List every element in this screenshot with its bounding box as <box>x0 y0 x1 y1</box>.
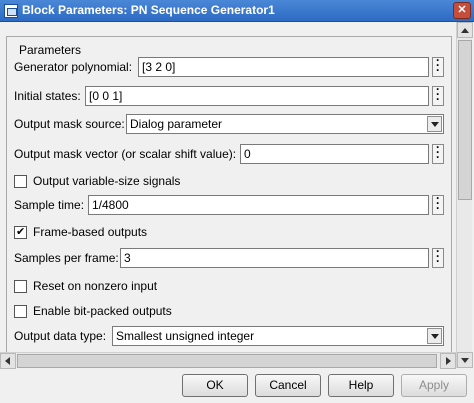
window-title: Block Parameters: PN Sequence Generator1 <box>22 3 275 17</box>
close-icon[interactable]: ✕ <box>453 2 471 19</box>
frame-based-outputs-checkbox[interactable] <box>14 225 27 239</box>
vertical-scroll-thumb[interactable] <box>458 40 472 200</box>
parameters-legend: Parameters <box>15 43 86 57</box>
chevron-down-icon[interactable] <box>427 116 442 132</box>
output-mask-source-label: Output mask source: <box>14 117 125 131</box>
output-mask-vector-label: Output mask vector (or scalar shift valu… <box>14 147 237 161</box>
cancel-button[interactable]: Cancel <box>255 374 321 397</box>
output-variable-size-checkbox[interactable] <box>14 175 27 188</box>
ok-button[interactable]: OK <box>182 374 248 397</box>
vertical-ellipsis-icon[interactable]: · · · <box>432 54 444 77</box>
generator-polynomial-label: Generator polynomial: <box>14 60 133 74</box>
samples-per-frame-label: Samples per frame: <box>14 251 119 265</box>
reset-on-nonzero-label: Reset on nonzero input <box>33 279 158 293</box>
enable-bit-packed-checkbox[interactable] <box>14 305 27 318</box>
output-mask-vector-input[interactable]: 0 <box>240 144 429 164</box>
output-mask-vector-row: Output mask vector (or scalar shift valu… <box>14 141 444 164</box>
vertical-ellipsis-icon[interactable]: · · · <box>432 141 444 164</box>
output-mask-source-select[interactable]: Dialog parameter <box>126 114 444 134</box>
samples-per-frame-input[interactable]: 3 <box>120 248 429 268</box>
initial-states-input[interactable]: [0 0 1] <box>85 86 429 106</box>
sample-time-input[interactable]: 1/4800 <box>88 195 429 215</box>
initial-states-row: Initial states: [0 0 1] · · · <box>14 83 444 106</box>
horizontal-scroll-thumb[interactable] <box>17 354 437 368</box>
help-button[interactable]: Help <box>328 374 394 397</box>
scroll-down-icon[interactable] <box>457 352 473 368</box>
reset-on-nonzero-row[interactable]: Reset on nonzero input <box>14 279 314 295</box>
scroll-left-icon[interactable] <box>0 353 16 369</box>
title-bar[interactable]: Block Parameters: PN Sequence Generator1… <box>0 0 474 22</box>
output-data-type-select[interactable]: Smallest unsigned integer <box>112 326 444 346</box>
output-data-type-value: Smallest unsigned integer <box>116 329 255 343</box>
block-parameters-icon <box>4 4 18 18</box>
output-variable-size-label: Output variable-size signals <box>33 174 181 188</box>
scroll-up-icon[interactable] <box>457 22 473 38</box>
vertical-ellipsis-icon[interactable]: · · · <box>432 192 444 215</box>
vertical-ellipsis-icon[interactable]: · · · <box>432 245 444 268</box>
vertical-scrollbar[interactable] <box>456 22 473 368</box>
initial-states-label: Initial states: <box>14 89 81 103</box>
horizontal-scrollbar[interactable] <box>0 352 456 369</box>
output-data-type-label: Output data type: <box>14 329 107 343</box>
samples-per-frame-row: Samples per frame: 3 · · · <box>14 245 444 268</box>
chevron-down-icon[interactable] <box>427 328 442 344</box>
frame-based-outputs-label: Frame-based outputs <box>33 225 148 239</box>
generator-polynomial-input[interactable]: [3 2 0] <box>138 57 429 77</box>
sample-time-label: Sample time: <box>14 198 85 212</box>
parameters-scroll-area: Parameters Generator polynomial: [3 2 0]… <box>0 22 474 368</box>
output-mask-source-value: Dialog parameter <box>130 117 223 131</box>
apply-button[interactable]: Apply <box>401 374 467 397</box>
scroll-right-icon[interactable] <box>440 353 456 369</box>
frame-based-outputs-row[interactable]: Frame-based outputs <box>14 225 314 241</box>
sample-time-row: Sample time: 1/4800 · · · <box>14 192 444 215</box>
enable-bit-packed-label: Enable bit-packed outputs <box>33 304 172 318</box>
dialog-button-bar: OK Cancel Help Apply <box>0 368 474 403</box>
output-variable-size-row[interactable]: Output variable-size signals <box>14 174 314 190</box>
enable-bit-packed-row[interactable]: Enable bit-packed outputs <box>14 304 314 320</box>
output-mask-source-row: Output mask source: Dialog parameter <box>14 114 444 134</box>
output-data-type-row: Output data type: Smallest unsigned inte… <box>14 326 444 346</box>
reset-on-nonzero-checkbox[interactable] <box>14 280 27 293</box>
vertical-ellipsis-icon[interactable]: · · · <box>432 83 444 106</box>
generator-polynomial-row: Generator polynomial: [3 2 0] · · · <box>14 54 444 77</box>
